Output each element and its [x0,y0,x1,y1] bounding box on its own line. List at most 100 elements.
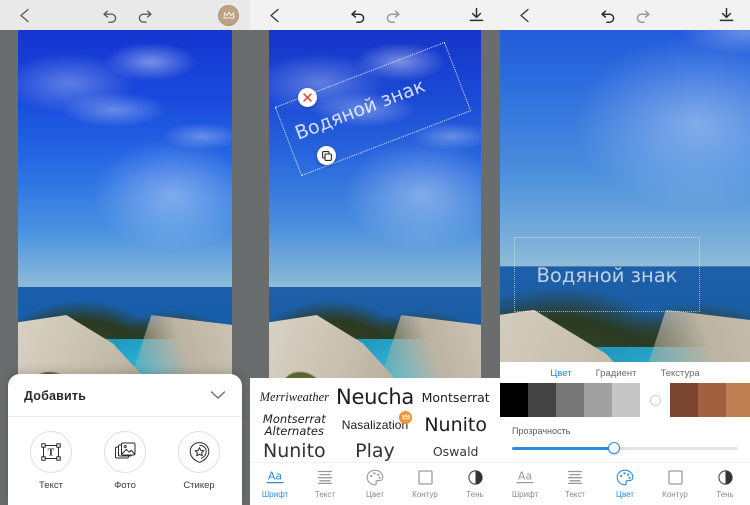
add-photo-button[interactable]: Фото [93,431,157,491]
download-icon[interactable] [713,2,739,28]
color-swatch[interactable] [584,383,612,417]
font-option[interactable]: Neucha [336,386,414,409]
color-swatch[interactable] [500,383,528,417]
tab-shadow-label: Тень [716,490,734,499]
crown-icon[interactable] [218,4,239,26]
slider-fill [512,447,614,450]
opacity-slider[interactable] [512,442,738,454]
custom-color-circle-icon[interactable] [640,383,670,417]
toolbar-panel2 [250,0,500,30]
color-swatch[interactable] [612,383,640,417]
font-aa-icon: Aa [264,468,286,486]
three-panel-screenshot: Добавить T Текст Фото Стикер Водяной зна… [0,0,750,505]
add-sheet-title: Добавить [24,389,87,403]
chevron-down-icon[interactable] [210,387,226,405]
swatch-row [500,383,750,417]
color-swatch[interactable] [670,383,698,417]
crown-icon [399,410,413,424]
font-option[interactable]: Nunito [263,441,326,462]
download-icon[interactable] [463,2,489,28]
redo-button[interactable] [629,2,655,28]
back-button[interactable] [11,2,37,28]
add-sheet: Добавить T Текст Фото Стикер [8,374,242,505]
square-outline-icon [667,468,684,486]
font-grid: Merriweather Neucha Montserrat Montserra… [250,378,500,462]
delete-handle[interactable] [298,88,317,107]
watermark-label: Водяной знак [536,264,678,287]
font-option[interactable]: Montserrat Alternates [263,413,326,438]
tab-font[interactable]: Aa Шрифт [250,468,300,500]
watermark-text-object[interactable]: Водяной знак [514,237,700,312]
tab-font-label: Шрифт [261,490,289,499]
tab-color[interactable]: Цвет [350,468,400,499]
add-sheet-header: Добавить [8,374,242,417]
back-button[interactable] [511,2,537,28]
font-option[interactable]: Nunito [424,415,487,436]
undo-button[interactable] [98,2,124,28]
tab-outline[interactable]: Контур [400,468,450,499]
palette-icon [366,468,384,486]
tab-color-label: Цвет [616,490,634,499]
tab-outline-label: Контур [412,490,438,499]
font-option[interactable]: Oswald [433,445,479,459]
add-photo-label: Фото [114,480,136,491]
duplicate-handle[interactable] [317,146,336,165]
color-tab-gradient[interactable]: Градиент [596,368,637,379]
panel-font: Водяной знак Merriweather Neucha Montser… [250,0,500,505]
tab-outline-label: Контур [662,490,688,499]
color-tab-solid[interactable]: Цвет [550,368,571,379]
opacity-control: Прозрачность [500,417,750,462]
svg-text:T: T [48,448,55,459]
font-aa-icon: Aa [514,468,536,486]
sticker-badge-icon [178,431,220,473]
tab-shadow[interactable]: Тень [700,468,750,499]
font-option[interactable]: Merriweather [260,390,329,405]
redo-button[interactable] [132,2,158,28]
font-option-pro[interactable]: Nasalization [341,410,413,432]
half-circle-icon [717,468,734,486]
add-sticker-label: Стикер [183,480,215,491]
align-lines-icon [316,468,334,486]
editor-tabbar: Aa Шрифт Текст Цвет Контур Тень [250,462,500,505]
tab-font[interactable]: Aa Шрифт [500,468,550,500]
square-outline-icon [417,468,434,486]
svg-text:Aa: Aa [268,470,282,483]
add-sheet-items: T Текст Фото Стикер [8,417,242,501]
editor-tabbar: Aa Шрифт Текст Цвет Контур Тень [500,462,750,505]
add-text-label: Текст [39,480,63,491]
font-option[interactable]: Play [355,441,395,462]
panel-add: Добавить T Текст Фото Стикер [0,0,250,505]
slider-thumb[interactable] [607,442,620,454]
tab-color-label: Цвет [366,490,384,499]
color-swatch[interactable] [726,383,750,417]
color-tab-texture[interactable]: Текстура [660,368,699,379]
font-option[interactable]: Montserrat [422,391,490,405]
color-mode-tabs: Цвет Градиент Текстура [500,362,750,383]
palette-icon [616,468,634,486]
toolbar-panel3 [500,0,750,30]
add-text-button[interactable]: T Текст [19,431,83,491]
back-button[interactable] [261,2,287,28]
undo-button[interactable] [345,2,371,28]
tab-outline[interactable]: Контур [650,468,700,499]
add-sticker-button[interactable]: Стикер [167,431,231,491]
text-box-icon: T [30,431,72,473]
tab-text-label: Текст [314,490,336,499]
tab-text[interactable]: Текст [300,468,350,499]
tab-color[interactable]: Цвет [600,468,650,499]
redo-button[interactable] [379,2,405,28]
undo-button[interactable] [595,2,621,28]
tab-text-label: Текст [564,490,586,499]
color-swatch[interactable] [528,383,556,417]
tab-font-label: Шрифт [511,490,539,499]
half-circle-icon [467,468,484,486]
tab-text[interactable]: Текст [550,468,600,499]
font-picker-sheet: Merriweather Neucha Montserrat Montserra… [250,378,500,505]
color-swatch[interactable] [556,383,584,417]
tab-shadow[interactable]: Тень [450,468,500,499]
font-option-label: Nasalization [341,417,409,432]
align-lines-icon [566,468,584,486]
opacity-label: Прозрачность [512,426,571,436]
color-swatch[interactable] [698,383,726,417]
panel-color: Водяной знак Цвет Градиент Текстура Проз… [500,0,750,505]
